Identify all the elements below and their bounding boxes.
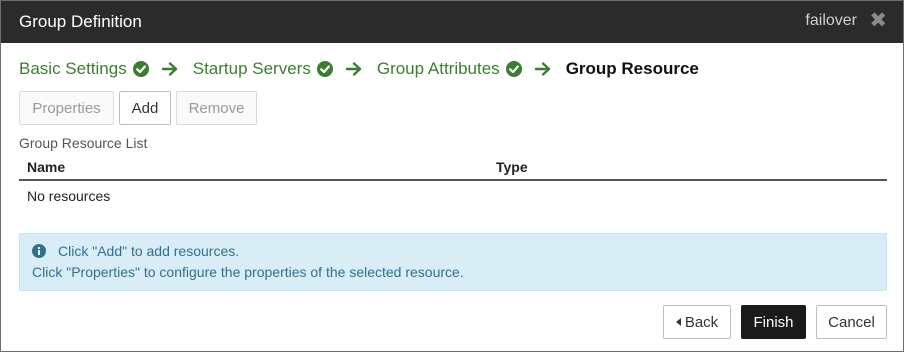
close-icon[interactable]: ✖ [869,9,887,33]
empty-message: No resources [27,188,111,204]
check-circle-icon [316,61,333,77]
column-header-name[interactable]: Name [27,159,65,175]
arrow-right-icon [161,62,177,76]
resource-list-title: Group Resource List [19,135,148,151]
arrow-right-icon [534,62,550,76]
properties-button[interactable]: Properties [19,91,114,125]
check-circle-icon [132,61,149,77]
group-name-label: failover [805,12,857,29]
info-alert: Click "Add" to add resources. Click "Pro… [19,233,887,291]
info-text-1: Click "Add" to add resources. [58,243,240,259]
dialog-title: Group Definition [19,12,142,31]
remove-button[interactable]: Remove [176,91,257,125]
info-text-2: Click "Properties" to configure the prop… [32,264,464,280]
wizard-step-label: Group Resource [565,59,699,78]
column-header-type[interactable]: Type [496,159,528,175]
back-button[interactable]: Back [663,305,731,339]
add-button[interactable]: Add [119,91,171,125]
wizard-step-startup-servers[interactable]: Startup Servers [193,59,333,79]
wizard-step-group-attributes[interactable]: Group Attributes [377,59,522,79]
info-circle-icon [32,244,46,258]
cancel-button[interactable]: Cancel [816,305,887,339]
resource-table: Name Type No resources [19,156,887,209]
dialog-titlebar: Group Definition failover ✖ [1,1,903,43]
wizard-step-basic-settings[interactable]: Basic Settings [19,59,149,79]
info-line-1: Click "Add" to add resources. [32,243,239,259]
table-row: No resources [19,181,887,209]
wizard-step-label: Group Attributes [376,59,500,78]
check-circle-icon [505,61,522,77]
wizard-steps: Basic Settings Startup Servers Group Att… [19,57,699,81]
wizard-step-label: Startup Servers [192,59,311,78]
group-definition-dialog: Group Definition failover ✖ Basic Settin… [0,0,904,352]
wizard-step-label: Basic Settings [19,59,127,78]
back-button-label: Back [684,313,719,331]
wizard-step-group-resource: Group Resource [566,59,699,79]
caret-left-icon [675,318,681,326]
table-header: Name Type [19,156,887,181]
finish-button[interactable]: Finish [741,305,806,339]
arrow-right-icon [345,62,362,76]
